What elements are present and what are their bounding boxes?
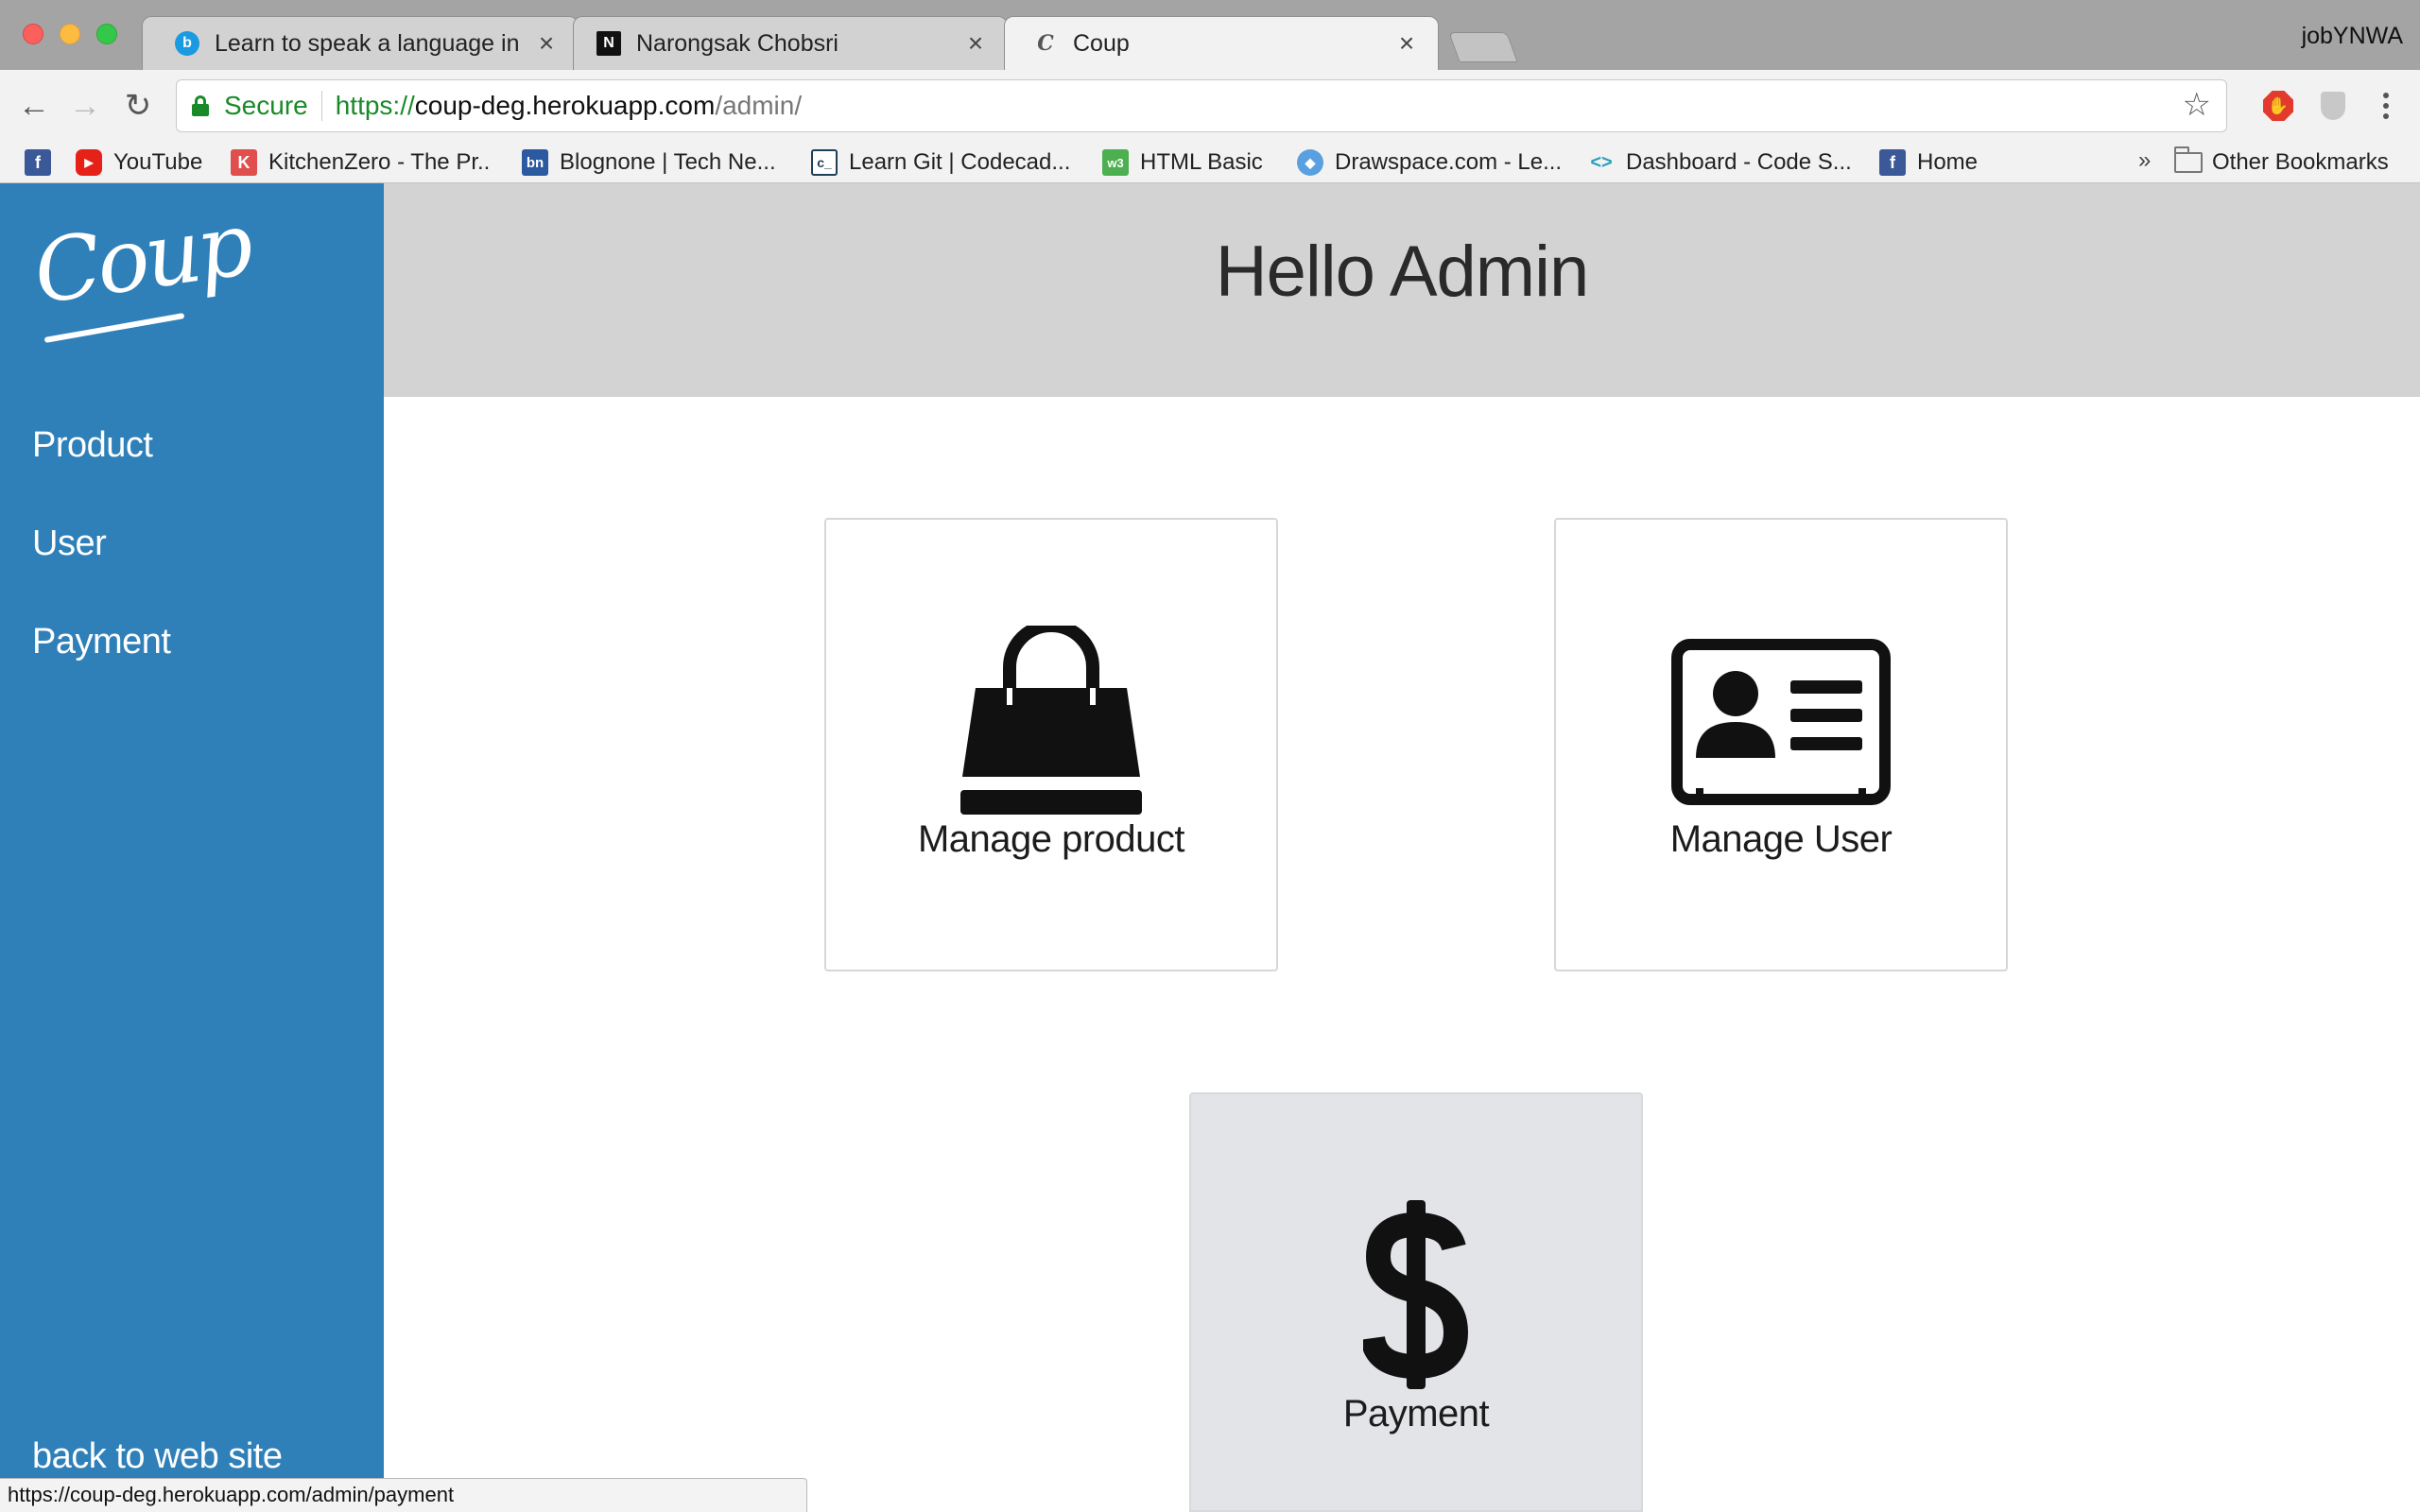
- bookmark-label: HTML Basic: [1140, 149, 1263, 175]
- secure-label: Secure: [224, 91, 308, 120]
- kitchenzero-icon: K: [231, 149, 257, 176]
- bookmarks-overflow-icon[interactable]: »: [2138, 147, 2151, 174]
- tab-title: Narongsak Chobsri: [636, 29, 838, 57]
- browser-tab[interactable]: N Narongsak Chobsri ×: [573, 16, 1008, 70]
- admin-sidebar: Coup Product User Payment back to web si…: [0, 183, 384, 1512]
- url-path: /admin/: [715, 91, 803, 120]
- sidebar-item-user[interactable]: User: [32, 524, 107, 564]
- browser-menu-icon[interactable]: [2369, 87, 2403, 125]
- bookmark-label: Home: [1917, 149, 1979, 175]
- w3schools-icon: w3: [1102, 149, 1129, 176]
- page-header: Hello Admin: [384, 183, 2420, 397]
- sidebar-item-payment[interactable]: Payment: [32, 622, 171, 662]
- folder-icon: [2174, 146, 2203, 173]
- bookmark-kitchenzero[interactable]: K KitchenZero - The Pr..: [231, 142, 490, 183]
- new-tab-button[interactable]: [1448, 32, 1518, 62]
- bookmark-label: Dashboard - Code S...: [1626, 149, 1852, 175]
- close-window-button[interactable]: [23, 24, 43, 44]
- bookmark-label: YouTube: [113, 149, 203, 175]
- codecademy-icon: c_: [811, 149, 838, 176]
- tab-close-icon[interactable]: ×: [961, 28, 990, 59]
- tab-close-icon[interactable]: ×: [532, 28, 561, 59]
- other-bookmarks-label: Other Bookmarks: [2212, 149, 2389, 175]
- bookmark-label: KitchenZero - The Pr..: [268, 149, 491, 175]
- manage-product-card[interactable]: Manage product: [824, 518, 1278, 971]
- bookmark-star-icon[interactable]: ☆: [2183, 86, 2211, 124]
- bookmark-blognone[interactable]: bn Blognone | Tech Ne...: [522, 142, 776, 183]
- other-bookmarks[interactable]: Other Bookmarks: [2174, 142, 2389, 183]
- tab-favicon-icon: N: [596, 31, 621, 56]
- youtube-icon: ▶: [76, 149, 102, 176]
- bookmark-codecademy[interactable]: c_ Learn Git | Codecad...: [811, 142, 1070, 183]
- manage-user-card[interactable]: Manage User: [1554, 518, 2008, 971]
- adblock-extension-icon[interactable]: ✋: [2259, 87, 2297, 125]
- page-title: Hello Admin: [1215, 231, 1590, 312]
- bookmark-facebook[interactable]: f: [25, 142, 62, 183]
- id-card-icon: [1671, 639, 1891, 805]
- bookmark-youtube[interactable]: ▶ YouTube: [76, 142, 202, 183]
- address-bar[interactable]: Secure https://coup-deg.herokuapp.com/ad…: [176, 79, 2227, 132]
- coup-logo[interactable]: Coup: [28, 194, 256, 324]
- bookmarks-bar: f ▶ YouTube K KitchenZero - The Pr.. bn …: [0, 142, 2420, 183]
- dollar-icon: [1363, 1200, 1469, 1389]
- card-label: Manage User: [1669, 818, 1893, 860]
- tab-favicon-icon: C: [1037, 31, 1054, 56]
- card-label: Payment: [1342, 1393, 1490, 1435]
- payment-card[interactable]: Payment: [1189, 1092, 1643, 1512]
- facebook-icon: f: [1879, 149, 1906, 176]
- shield-extension-icon[interactable]: [2314, 87, 2352, 125]
- tab-favicon-icon: b: [175, 31, 199, 56]
- shopping-bag-icon: [960, 626, 1142, 815]
- lock-icon: [192, 95, 209, 116]
- maximize-window-button[interactable]: [96, 24, 117, 44]
- browser-tab[interactable]: b Learn to speak a language in 1( ×: [142, 16, 579, 70]
- profile-name[interactable]: jobYNWA: [2302, 23, 2403, 50]
- code-brackets-icon: <>: [1590, 151, 1613, 173]
- reload-icon[interactable]: ↻: [119, 87, 157, 125]
- forward-arrow-icon[interactable]: →: [66, 87, 104, 125]
- bookmark-dashboard[interactable]: <> Dashboard - Code S...: [1588, 142, 1852, 183]
- bookmark-html-basic[interactable]: w3 HTML Basic: [1102, 142, 1263, 183]
- browser-tabstrip: b Learn to speak a language in 1( × N Na…: [0, 0, 2420, 70]
- bookmark-label: Learn Git | Codecad...: [849, 149, 1071, 175]
- facebook-icon: f: [25, 149, 51, 176]
- minimize-window-button[interactable]: [60, 24, 80, 44]
- back-arrow-icon[interactable]: ←: [15, 87, 53, 125]
- url-host: coup-deg.herokuapp.com: [414, 91, 716, 120]
- bookmark-home[interactable]: f Home: [1879, 142, 1978, 183]
- back-to-website-link[interactable]: back to web site: [32, 1436, 283, 1477]
- card-label: Manage product: [917, 818, 1185, 860]
- blognone-icon: bn: [522, 149, 548, 176]
- tab-title: Coup: [1073, 29, 1130, 57]
- link-status-bar: https://coup-deg.herokuapp.com/admin/pay…: [0, 1478, 807, 1512]
- tab-close-icon[interactable]: ×: [1392, 28, 1421, 59]
- bookmark-label: Drawspace.com - Le...: [1335, 149, 1563, 175]
- url-scheme: https://: [335, 91, 415, 120]
- sidebar-item-product[interactable]: Product: [32, 425, 153, 466]
- browser-toolbar: ← → ↻ Secure https://coup-deg.herokuapp.…: [0, 70, 2420, 142]
- drawspace-icon: ◆: [1297, 149, 1323, 176]
- bookmark-label: Blognone | Tech Ne...: [560, 149, 776, 175]
- tab-title: Learn to speak a language in 1(: [215, 29, 525, 57]
- bookmark-drawspace[interactable]: ◆ Drawspace.com - Le...: [1297, 142, 1562, 183]
- browser-tab-active[interactable]: C Coup ×: [1004, 16, 1439, 70]
